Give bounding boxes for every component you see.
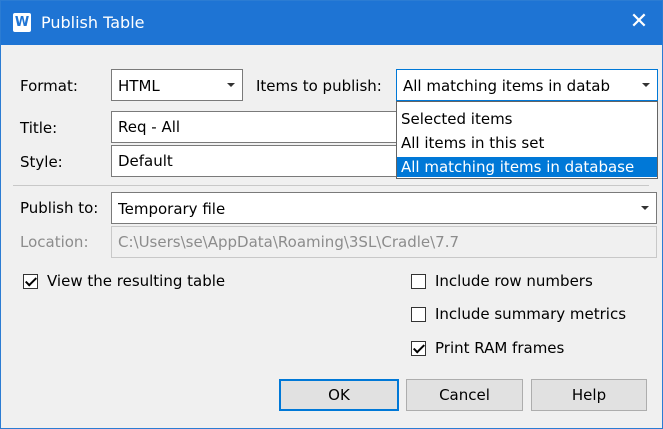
location-field: C:\Users\se\AppData\Roaming\3SL\Cradle\7… (111, 226, 657, 258)
help-button[interactable]: Help (531, 379, 647, 411)
close-icon[interactable]: ✕ (616, 1, 662, 45)
title-label: Title: (20, 119, 58, 137)
style-field[interactable]: Default (111, 145, 401, 177)
view-result-label[interactable]: View the resulting table (47, 272, 225, 290)
divider (13, 185, 649, 186)
option-all-matching-items[interactable]: All matching items in database (397, 157, 657, 177)
window-title: Publish Table (41, 13, 145, 32)
app-icon: W (13, 13, 31, 32)
items-to-publish-label: Items to publish: (256, 77, 382, 95)
items-dropdown-list: Selected items All items in this set All… (396, 101, 658, 179)
summary-metrics-checkbox[interactable] (411, 307, 426, 322)
publish-to-label: Publish to: (20, 199, 99, 217)
format-select[interactable]: HTML (111, 69, 243, 101)
print-ram-checkbox[interactable] (411, 341, 426, 356)
publish-to-value: Temporary file (118, 200, 226, 218)
ok-button[interactable]: OK (279, 379, 399, 411)
items-to-publish-value: All matching items in datab (403, 77, 610, 95)
chevron-down-icon (641, 206, 649, 210)
format-label: Format: (20, 77, 78, 95)
print-ram-label[interactable]: Print RAM frames (435, 339, 564, 357)
summary-metrics-label[interactable]: Include summary metrics (435, 305, 626, 323)
chevron-down-icon (227, 83, 235, 87)
publish-table-dialog: W Publish Table ✕ Format: HTML Items to … (0, 0, 663, 429)
format-value: HTML (118, 77, 160, 95)
chevron-down-icon (642, 83, 650, 87)
cancel-button[interactable]: Cancel (406, 379, 523, 411)
check-icon (412, 341, 426, 354)
style-label: Style: (20, 153, 63, 171)
items-to-publish-select[interactable]: All matching items in datab (396, 69, 658, 101)
publish-to-select[interactable]: Temporary file (111, 192, 657, 224)
view-result-checkbox[interactable] (23, 274, 38, 289)
title-field[interactable]: Req - All (111, 111, 401, 143)
row-numbers-label[interactable]: Include row numbers (435, 272, 593, 290)
row-numbers-checkbox[interactable] (411, 274, 426, 289)
location-label: Location: (20, 233, 89, 251)
title-bar: W Publish Table ✕ (1, 1, 662, 45)
option-all-items-in-set[interactable]: All items in this set (397, 133, 657, 153)
check-icon (24, 274, 38, 287)
option-selected-items[interactable]: Selected items (397, 109, 657, 129)
